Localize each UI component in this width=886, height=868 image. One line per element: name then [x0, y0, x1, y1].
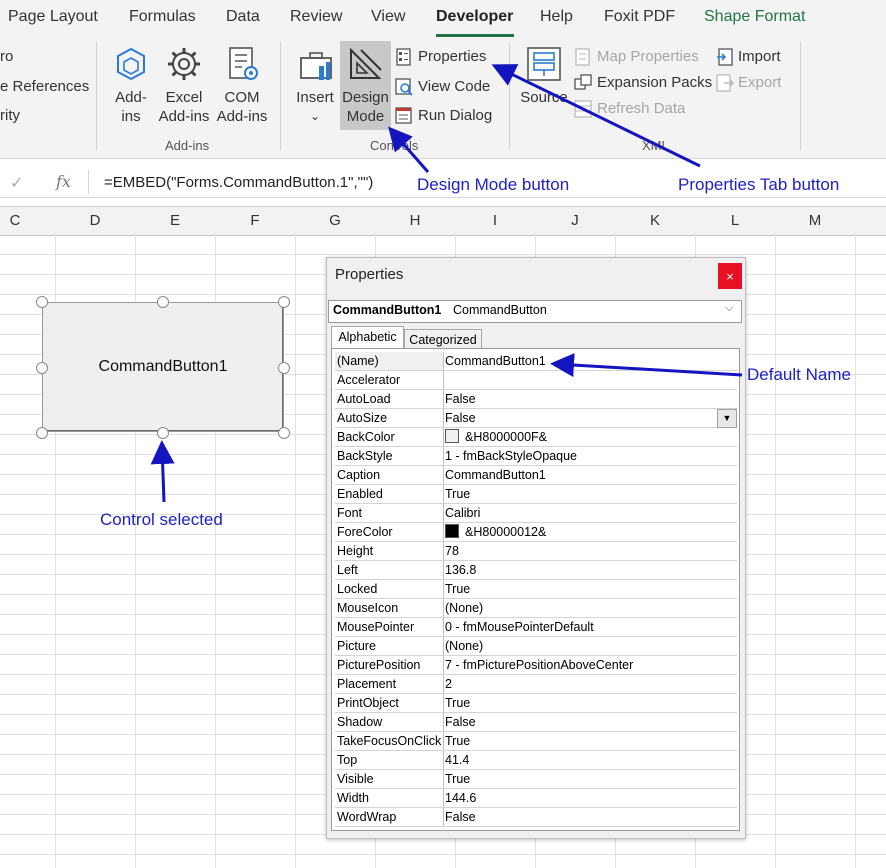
properties-tab-annotation: Properties Tab button	[678, 175, 840, 194]
default-name-annotation: Default Name	[747, 365, 851, 384]
annotation-arrows	[150, 64, 743, 503]
control-selected-arrow	[150, 440, 175, 503]
design-mode-annotation: Design Mode button	[417, 175, 570, 194]
properties-tab-arrow	[491, 64, 701, 168]
default-name-arrow	[550, 353, 743, 378]
design-mode-arrow	[388, 126, 430, 173]
control-selected-annotation: Control selected	[100, 510, 223, 529]
